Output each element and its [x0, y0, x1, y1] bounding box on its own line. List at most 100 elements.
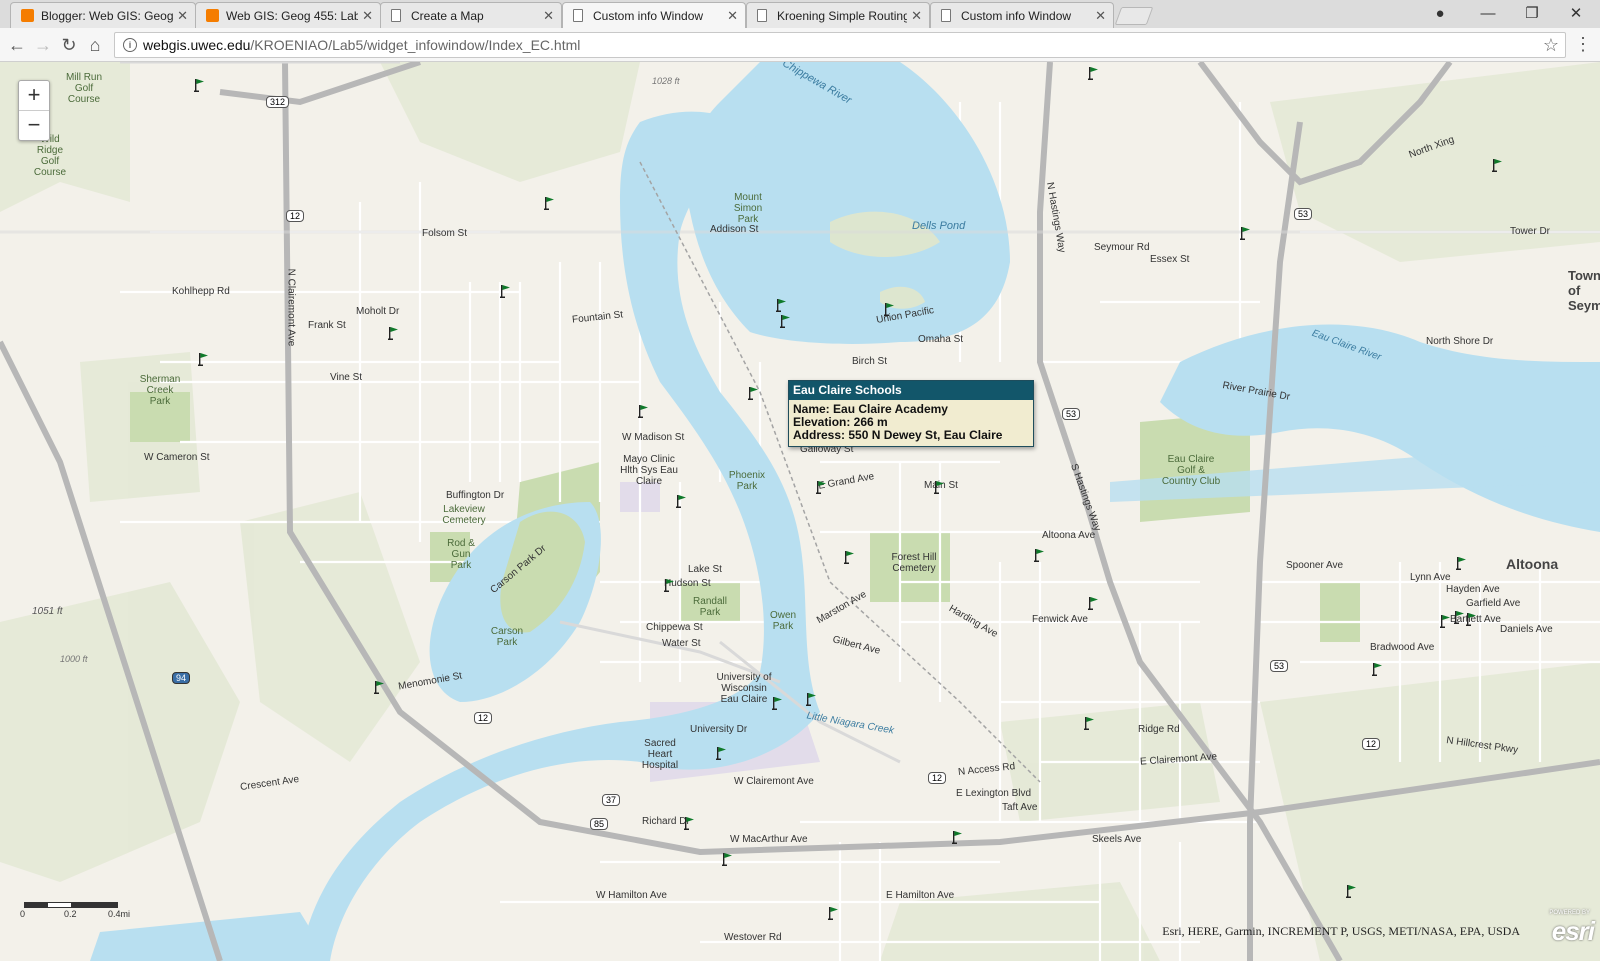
school-flag-icon[interactable]	[544, 196, 556, 210]
menu-icon[interactable]: ⋮	[1574, 34, 1592, 55]
school-flag-icon[interactable]	[1034, 548, 1046, 562]
map-label: N Hillcrest Pkwy	[1445, 735, 1519, 756]
map-label: Marston Ave	[814, 588, 869, 627]
map-label: W Cameron St	[144, 452, 210, 463]
map-label: N Clairemont Ave	[285, 268, 297, 347]
tab-custom-info-window[interactable]: Custom info Window ✕	[562, 2, 746, 28]
school-flag-icon[interactable]	[1456, 556, 1468, 570]
close-icon[interactable]: ✕	[1095, 8, 1106, 24]
map-label: Crescent Ave	[239, 773, 300, 794]
map-label: Carson Park	[490, 626, 524, 648]
close-icon[interactable]: ✕	[543, 8, 554, 24]
school-flag-icon[interactable]	[684, 816, 696, 830]
school-flag-icon[interactable]	[194, 78, 206, 92]
school-flag-icon[interactable]	[844, 550, 856, 564]
map-label: Eau Claire River	[1310, 327, 1383, 364]
school-flag-icon[interactable]	[1346, 884, 1358, 898]
map-label: Chippewa River	[780, 62, 854, 107]
map-label: Fenwick Ave	[1032, 614, 1088, 625]
map-label: Carson Park Dr	[488, 543, 549, 596]
page-icon	[573, 9, 583, 22]
school-flag-icon[interactable]	[638, 404, 650, 418]
bookmark-star-icon[interactable]: ☆	[1543, 33, 1559, 57]
info-window: Eau Claire Schools Name: Eau Claire Acad…	[788, 380, 1034, 447]
tab-label: Create a Map	[411, 9, 484, 23]
info-icon[interactable]: i	[123, 38, 137, 52]
tab-simple-routing[interactable]: Kroening Simple Routing ✕	[746, 2, 930, 28]
map-label: Ridge Rd	[1138, 724, 1180, 735]
school-flag-icon[interactable]	[1372, 662, 1384, 676]
url-path: /KROENIAO/Lab5/widget_infowindow/Index_E…	[250, 37, 581, 53]
school-flag-icon[interactable]	[1084, 716, 1096, 730]
close-icon[interactable]: ✕	[177, 8, 188, 24]
school-flag-icon[interactable]	[1492, 158, 1504, 172]
back-icon[interactable]: ←	[6, 34, 28, 56]
map-label: Lakeview Cemetery	[442, 504, 486, 526]
school-flag-icon[interactable]	[716, 746, 728, 760]
highway-shield: 37	[602, 794, 621, 806]
restore-icon[interactable]: ❐	[1512, 4, 1552, 24]
school-flag-icon[interactable]	[1440, 614, 1452, 628]
map-label: Little Niagara Creek	[805, 710, 895, 737]
close-icon[interactable]: ✕	[727, 8, 738, 24]
map-label: Sherman Creek Park	[139, 374, 181, 407]
tab-strip: Blogger: Web GIS: Geog ✕ Web GIS: Geog 4…	[0, 0, 1600, 28]
page-icon	[757, 9, 767, 22]
tab-label: Custom info Window	[593, 9, 704, 23]
school-flag-icon[interactable]	[816, 480, 828, 494]
school-flag-icon[interactable]	[828, 906, 840, 920]
school-flag-icon[interactable]	[934, 480, 946, 494]
map-view[interactable]: Mill Run Golf Course Wild Ridge Golf Cou…	[0, 62, 1600, 961]
tab-custom-info-window-2[interactable]: Custom info Window ✕	[930, 2, 1114, 28]
school-flag-icon[interactable]	[1088, 596, 1100, 610]
highway-shield: 312	[266, 96, 290, 108]
new-tab-button[interactable]	[1114, 7, 1154, 25]
school-flag-icon[interactable]	[1454, 610, 1466, 624]
map-label: Gilbert Ave	[831, 634, 882, 657]
school-flag-icon[interactable]	[388, 326, 400, 340]
school-flag-icon[interactable]	[1466, 612, 1478, 626]
school-flag-icon[interactable]	[198, 352, 210, 366]
school-flag-icon[interactable]	[664, 578, 676, 592]
school-flag-icon[interactable]	[952, 830, 964, 844]
map-label: Chippewa St	[646, 622, 703, 633]
school-flag-icon[interactable]	[748, 386, 760, 400]
tab-create-map[interactable]: Create a Map ✕	[380, 2, 562, 28]
close-icon[interactable]: ✕	[911, 8, 922, 24]
map-label: E Hamilton Ave	[886, 890, 955, 901]
school-flag-icon[interactable]	[1088, 66, 1100, 80]
page-icon	[941, 9, 951, 22]
school-flag-icon[interactable]	[884, 302, 896, 316]
school-flag-icon[interactable]	[780, 314, 792, 328]
map-label: N Hastings Way	[1044, 181, 1068, 254]
map-label: Bradwood Ave	[1370, 642, 1435, 653]
school-flag-icon[interactable]	[374, 680, 386, 694]
map-label: North Shore Dr	[1426, 336, 1494, 347]
scale-label: 0.2	[64, 909, 77, 919]
tab-blogger-1[interactable]: Blogger: Web GIS: Geog ✕	[10, 2, 196, 28]
tab-blogger-2[interactable]: Web GIS: Geog 455: Lab ✕	[195, 2, 381, 28]
map-label: Sacred Heart Hospital	[641, 738, 679, 771]
map-label: S Hastings Way	[1068, 462, 1103, 533]
school-flag-icon[interactable]	[776, 298, 788, 312]
school-flag-icon[interactable]	[1240, 226, 1252, 240]
minimize-icon[interactable]: —	[1468, 4, 1508, 24]
school-flag-icon[interactable]	[676, 494, 688, 508]
home-icon[interactable]: ⌂	[84, 34, 106, 56]
school-flag-icon[interactable]	[772, 696, 784, 710]
zoom-in-button[interactable]: +	[19, 81, 49, 110]
profile-icon[interactable]: ●	[1420, 4, 1460, 24]
map-label: Randall Park	[693, 596, 727, 618]
school-flag-icon[interactable]	[722, 852, 734, 866]
reload-icon[interactable]: ↻	[58, 34, 80, 56]
school-flag-icon[interactable]	[806, 692, 818, 706]
zoom-out-button[interactable]: −	[19, 110, 49, 140]
window-close-icon[interactable]: ✕	[1556, 4, 1596, 24]
map-label: Moholt Dr	[356, 306, 400, 317]
forward-icon[interactable]: →	[32, 34, 54, 56]
map-label: Hayden Ave	[1446, 584, 1500, 595]
url-input[interactable]: i webgis.uwec.edu/KROENIAO/Lab5/widget_i…	[114, 32, 1566, 58]
school-flag-icon[interactable]	[500, 284, 512, 298]
close-icon[interactable]: ✕	[362, 8, 373, 24]
info-window-title: Eau Claire Schools	[789, 381, 1033, 400]
